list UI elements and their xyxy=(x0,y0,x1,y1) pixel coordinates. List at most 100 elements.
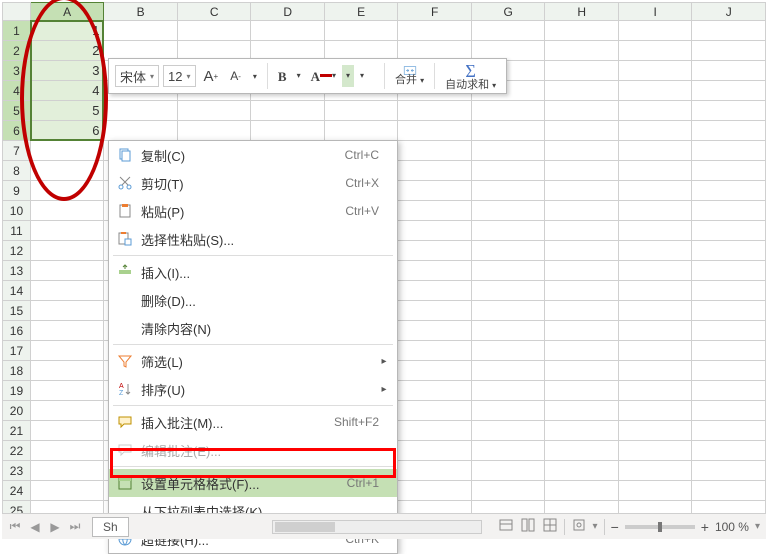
col-header-A[interactable]: A xyxy=(30,3,104,21)
cell-I17[interactable] xyxy=(618,341,691,361)
cell-J23[interactable] xyxy=(692,461,766,481)
cell-G9[interactable] xyxy=(471,181,545,201)
cell-H12[interactable] xyxy=(545,241,619,261)
cell-G6[interactable] xyxy=(471,121,545,141)
zoom-out-icon[interactable]: − xyxy=(611,519,619,535)
cell-C6[interactable] xyxy=(177,121,251,141)
cell-I19[interactable] xyxy=(618,381,691,401)
cell-J1[interactable] xyxy=(692,21,766,41)
row-header-24[interactable]: 24 xyxy=(3,481,31,501)
cell-I24[interactable] xyxy=(618,481,691,501)
col-header-G[interactable]: G xyxy=(471,3,545,21)
menu-clear[interactable]: 清除内容(N) xyxy=(109,314,397,342)
cell-A22[interactable] xyxy=(30,441,104,461)
row-header-15[interactable]: 15 xyxy=(3,301,31,321)
cell-A24[interactable] xyxy=(30,481,104,501)
cell-J19[interactable] xyxy=(692,381,766,401)
increase-font-icon[interactable]: A+ xyxy=(200,65,223,87)
row-header-22[interactable]: 22 xyxy=(3,441,31,461)
cell-F15[interactable] xyxy=(398,301,472,321)
zoom-slider[interactable] xyxy=(625,525,695,529)
menu-paste-special[interactable]: 选择性粘贴(S)... xyxy=(109,225,397,253)
cell-G5[interactable] xyxy=(471,101,545,121)
cell-J8[interactable] xyxy=(692,161,766,181)
cell-H2[interactable] xyxy=(545,41,619,61)
cell-B6[interactable] xyxy=(104,121,178,141)
cell-H5[interactable] xyxy=(545,101,619,121)
cell-I5[interactable] xyxy=(618,101,691,121)
cell-J10[interactable] xyxy=(692,201,766,221)
cell-J6[interactable] xyxy=(692,121,766,141)
cell-H19[interactable] xyxy=(545,381,619,401)
settings-icon[interactable] xyxy=(571,517,587,536)
col-header-I[interactable]: I xyxy=(618,3,691,21)
col-header-F[interactable]: F xyxy=(398,3,472,21)
row-header-4[interactable]: 4 xyxy=(3,81,31,101)
row-header-18[interactable]: 18 xyxy=(3,361,31,381)
cell-H15[interactable] xyxy=(545,301,619,321)
cell-J21[interactable] xyxy=(692,421,766,441)
cell-J12[interactable] xyxy=(692,241,766,261)
cell-E1[interactable] xyxy=(324,21,398,41)
cell-J9[interactable] xyxy=(692,181,766,201)
cell-A3[interactable]: 3 xyxy=(30,61,104,81)
cell-F5[interactable] xyxy=(398,101,472,121)
row-header-8[interactable]: 8 xyxy=(3,161,31,181)
col-header-B[interactable]: B xyxy=(104,3,178,21)
cell-E5[interactable] xyxy=(324,101,398,121)
col-header-H[interactable]: H xyxy=(545,3,619,21)
cell-H13[interactable] xyxy=(545,261,619,281)
cell-J5[interactable] xyxy=(692,101,766,121)
cell-G1[interactable] xyxy=(471,21,545,41)
row-header-9[interactable]: 9 xyxy=(3,181,31,201)
cell-I15[interactable] xyxy=(618,301,691,321)
cell-A9[interactable] xyxy=(30,181,104,201)
cell-H10[interactable] xyxy=(545,201,619,221)
row-header-19[interactable]: 19 xyxy=(3,381,31,401)
cell-J3[interactable] xyxy=(692,61,766,81)
cell-B1[interactable] xyxy=(104,21,178,41)
cell-I3[interactable] xyxy=(618,61,691,81)
cell-I21[interactable] xyxy=(618,421,691,441)
bold-button[interactable]: B xyxy=(274,65,291,87)
cell-I13[interactable] xyxy=(618,261,691,281)
cell-I14[interactable] xyxy=(618,281,691,301)
cell-A5[interactable]: 5 xyxy=(30,101,104,121)
cell-H20[interactable] xyxy=(545,401,619,421)
cell-H16[interactable] xyxy=(545,321,619,341)
cell-H21[interactable] xyxy=(545,421,619,441)
row-header-11[interactable]: 11 xyxy=(3,221,31,241)
row-header-5[interactable]: 5 xyxy=(3,101,31,121)
col-header-E[interactable]: E xyxy=(324,3,398,21)
row-header-17[interactable]: 17 xyxy=(3,341,31,361)
cell-G10[interactable] xyxy=(471,201,545,221)
cell-A7[interactable] xyxy=(30,141,104,161)
cell-D6[interactable] xyxy=(251,121,325,141)
merge-button[interactable]: 合并 ▾ xyxy=(391,65,428,87)
row-header-16[interactable]: 16 xyxy=(3,321,31,341)
align-icon[interactable]: ▾ xyxy=(342,65,354,87)
cell-A19[interactable] xyxy=(30,381,104,401)
cell-A16[interactable] xyxy=(30,321,104,341)
fill-color-icon[interactable]: ▾ xyxy=(293,65,305,87)
cell-I22[interactable] xyxy=(618,441,691,461)
autosum-button[interactable]: Σ 自动求和 ▾ xyxy=(441,65,500,87)
cell-F17[interactable] xyxy=(398,341,472,361)
cell-A17[interactable] xyxy=(30,341,104,361)
cell-A20[interactable] xyxy=(30,401,104,421)
cell-I2[interactable] xyxy=(618,41,691,61)
sheet-nav-next-icon[interactable]: ▶ xyxy=(46,518,64,536)
cell-H9[interactable] xyxy=(545,181,619,201)
cell-A2[interactable]: 2 xyxy=(30,41,104,61)
cell-D5[interactable] xyxy=(251,101,325,121)
cell-A12[interactable] xyxy=(30,241,104,261)
cell-H14[interactable] xyxy=(545,281,619,301)
row-header-2[interactable]: 2 xyxy=(3,41,31,61)
row-header-21[interactable]: 21 xyxy=(3,421,31,441)
cell-J14[interactable] xyxy=(692,281,766,301)
view-icon-2[interactable] xyxy=(520,517,536,536)
cell-I18[interactable] xyxy=(618,361,691,381)
cell-H1[interactable] xyxy=(545,21,619,41)
menu-cut[interactable]: 剪切(T)Ctrl+X xyxy=(109,169,397,197)
col-header-D[interactable]: D xyxy=(251,3,325,21)
